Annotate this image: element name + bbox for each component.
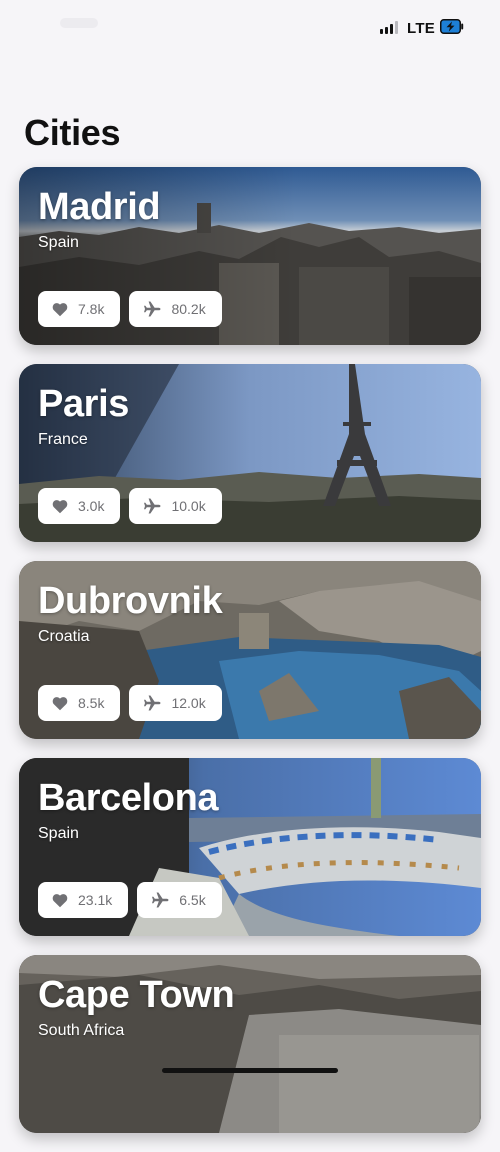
flights-chip[interactable]: 80.2k <box>129 291 222 327</box>
likes-count: 23.1k <box>78 892 113 908</box>
city-country: South Africa <box>38 1022 125 1039</box>
city-name: Madrid <box>38 186 161 228</box>
city-card-cape-town[interactable]: Cape Town South Africa <box>19 955 481 1133</box>
likes-chip[interactable]: 23.1k <box>38 882 129 918</box>
status-bar: LTE <box>0 0 500 56</box>
flights-chip[interactable]: 10.0k <box>129 488 222 524</box>
likes-chip[interactable]: 3.0k <box>38 488 121 524</box>
airplane-icon <box>144 301 161 317</box>
airplane-icon <box>144 498 161 514</box>
city-name: Barcelona <box>38 777 219 819</box>
city-card-dubrovnik[interactable]: Dubrovnik Croatia 8.5k 12.0k <box>19 561 481 739</box>
airplane-icon <box>144 695 161 711</box>
city-list: Madrid Spain 7.8k 80.2k Paris France 3.0… <box>19 167 481 1152</box>
city-card-madrid[interactable]: Madrid Spain 7.8k 80.2k <box>19 167 481 345</box>
flights-chip[interactable]: 6.5k <box>137 882 222 918</box>
heart-icon <box>52 499 68 513</box>
signal-icon <box>380 21 398 34</box>
city-country: Spain <box>38 825 79 842</box>
status-time-placeholder <box>60 18 98 28</box>
city-name: Dubrovnik <box>38 580 223 622</box>
flights-chip[interactable]: 12.0k <box>129 685 222 721</box>
flights-count: 80.2k <box>171 301 206 317</box>
home-indicator <box>162 1068 338 1073</box>
page-title: Cities <box>24 112 121 153</box>
city-card-paris[interactable]: Paris France 3.0k 10.0k <box>19 364 481 542</box>
city-country: Croatia <box>38 628 90 645</box>
city-card-barcelona[interactable]: Barcelona Spain 23.1k 6.5k <box>19 758 481 936</box>
heart-icon <box>52 302 68 316</box>
city-country: Spain <box>38 234 79 251</box>
flights-count: 12.0k <box>171 695 206 711</box>
flights-count: 6.5k <box>179 892 206 908</box>
heart-icon <box>52 893 68 907</box>
likes-count: 7.8k <box>78 301 105 317</box>
likes-chip[interactable]: 7.8k <box>38 291 121 327</box>
network-label: LTE <box>407 20 436 37</box>
flights-count: 10.0k <box>171 498 206 514</box>
airplane-icon <box>152 892 169 908</box>
heart-icon <box>52 696 68 710</box>
city-name: Paris <box>38 383 129 425</box>
likes-count: 3.0k <box>78 498 105 514</box>
battery-charging-icon <box>440 19 464 34</box>
likes-chip[interactable]: 8.5k <box>38 685 121 721</box>
city-name: Cape Town <box>38 974 235 1016</box>
likes-count: 8.5k <box>78 695 105 711</box>
city-country: France <box>38 431 88 448</box>
